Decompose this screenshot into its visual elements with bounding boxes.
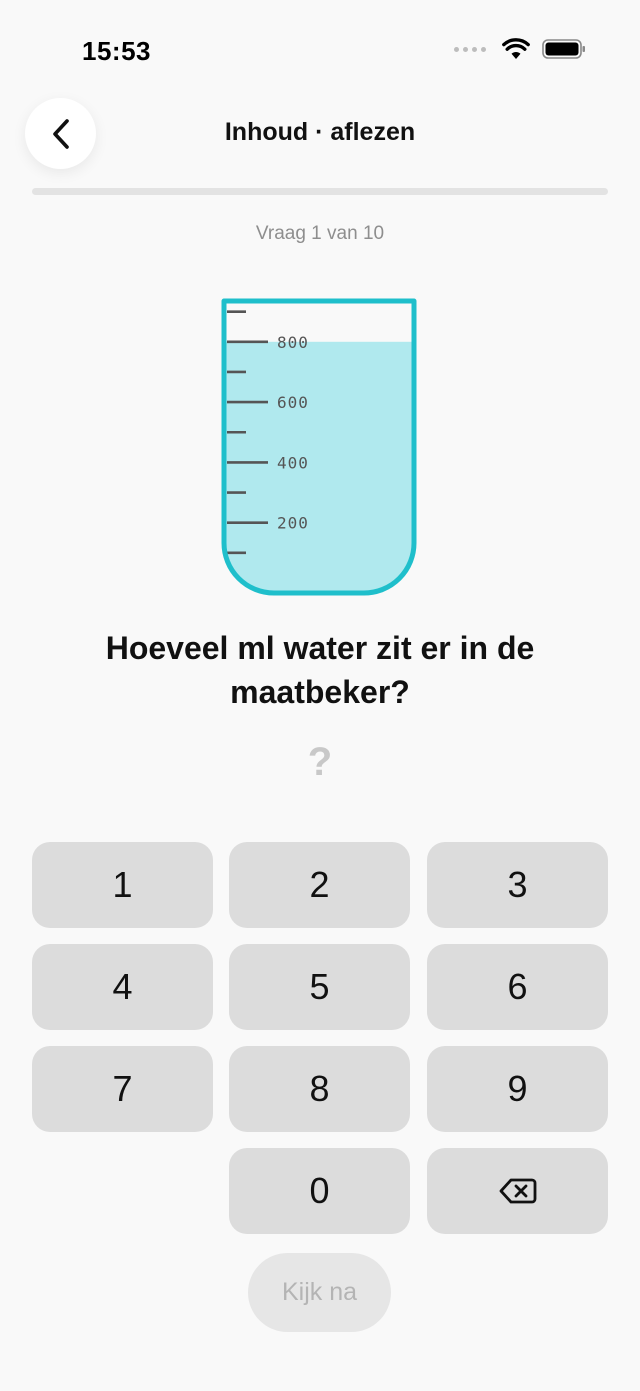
key-8[interactable]: 8 — [229, 1046, 410, 1132]
key-5[interactable]: 5 — [229, 944, 410, 1030]
tick-label: 200 — [277, 514, 309, 533]
page-title: Inhoud · aflezen — [224, 118, 416, 146]
tick-label: 600 — [277, 393, 309, 412]
key-7[interactable]: 7 — [32, 1046, 213, 1132]
question-text: Hoeveel ml water zit er in de maatbeker? — [105, 630, 535, 710]
measuring-cup: 200 400 600 800 — [221, 298, 417, 596]
progress-bar — [32, 188, 608, 195]
key-3[interactable]: 3 — [427, 842, 608, 928]
backspace-button[interactable] — [427, 1148, 608, 1234]
status-icons — [454, 38, 586, 60]
key-4[interactable]: 4 — [32, 944, 213, 1030]
key-9[interactable]: 9 — [427, 1046, 608, 1132]
check-answer-button[interactable]: Kijk na — [248, 1253, 391, 1332]
signal-dots-icon — [454, 46, 486, 52]
battery-icon — [542, 39, 585, 59]
wifi-icon — [502, 38, 530, 59]
tick-label: 400 — [277, 453, 309, 472]
key-1[interactable]: 1 — [32, 842, 213, 928]
answer-display: ? — [307, 740, 333, 784]
key-2[interactable]: 2 — [229, 842, 410, 928]
key-6[interactable]: 6 — [427, 944, 608, 1030]
question-counter: Vraag 1 van 10 — [255, 223, 385, 244]
tick-label: 800 — [277, 333, 309, 352]
key-0[interactable]: 0 — [229, 1148, 410, 1234]
status-time: 15:53 — [82, 36, 151, 66]
status-bar: 15:53 — [0, 0, 640, 100]
water-level — [224, 341, 414, 593]
backspace-icon — [499, 1178, 536, 1204]
